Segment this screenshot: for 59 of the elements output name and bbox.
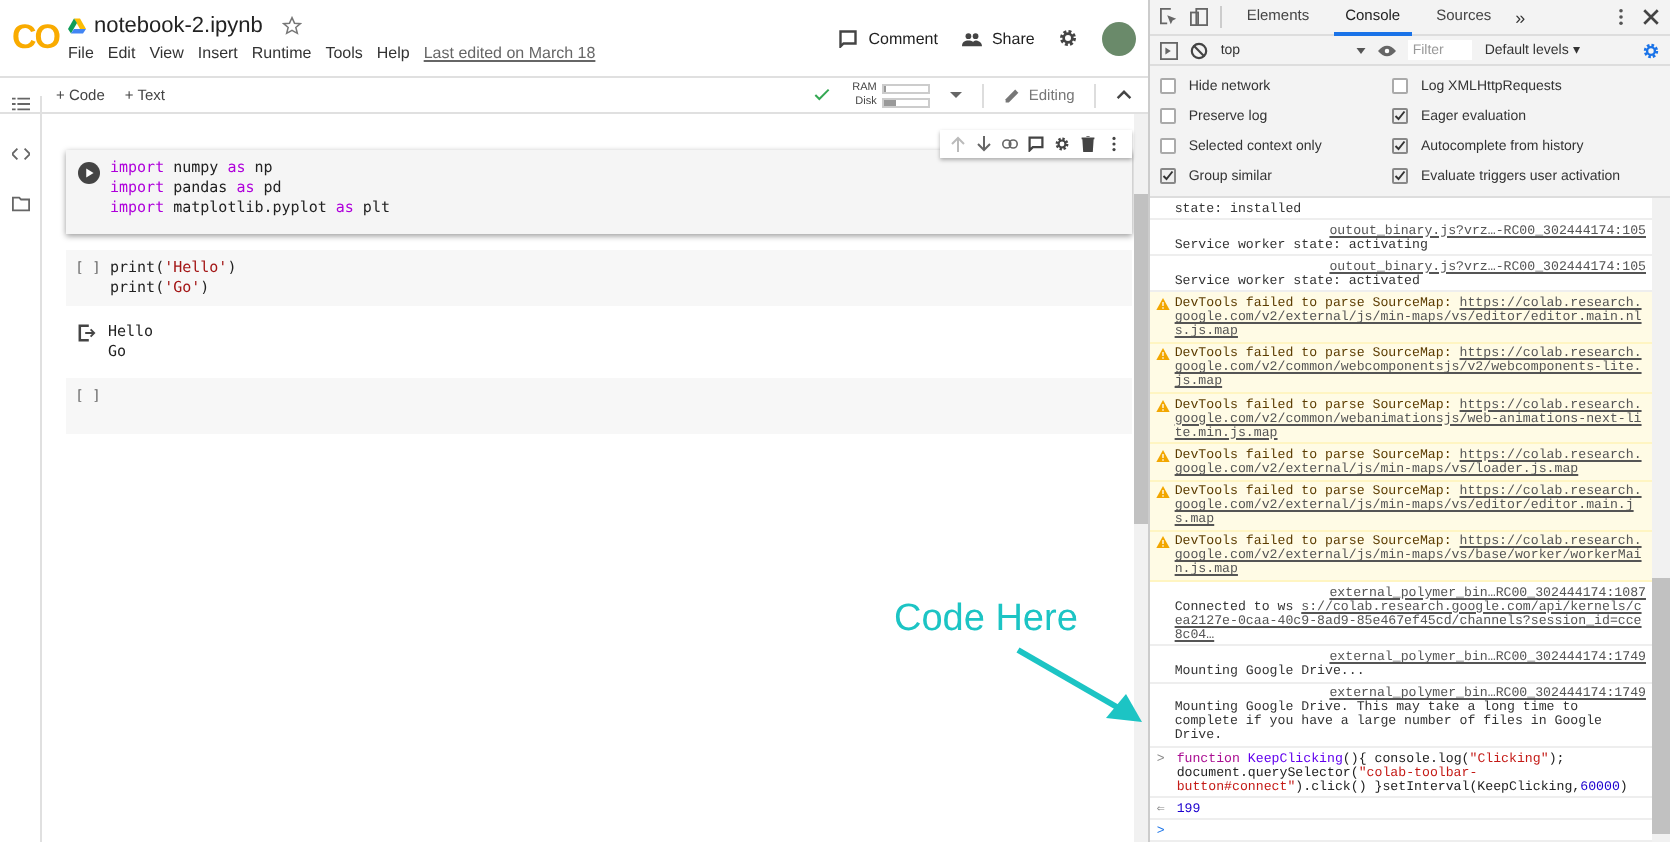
code-icon[interactable]	[11, 146, 29, 162]
warning-icon	[1156, 536, 1171, 549]
comment-icon[interactable]	[838, 29, 859, 47]
menu-item[interactable]: Tools	[325, 44, 363, 62]
arrow-down-icon[interactable]	[976, 136, 993, 152]
checkbox[interactable]	[1160, 78, 1177, 94]
list-icon[interactable]	[11, 96, 29, 112]
scrollbar-thumb[interactable]	[1652, 578, 1670, 834]
caret-icon[interactable]	[1356, 47, 1367, 53]
eye-icon[interactable]	[1378, 41, 1397, 59]
folder-icon[interactable]	[11, 196, 29, 212]
settings-icon[interactable]	[1058, 28, 1079, 48]
device-icon[interactable]	[1190, 8, 1209, 26]
run-button[interactable]	[77, 162, 99, 184]
close-icon[interactable]	[1642, 8, 1660, 26]
output-icon[interactable]	[78, 324, 96, 342]
warning-icon	[1156, 297, 1171, 310]
more-tabs-button[interactable]: »	[1515, 7, 1526, 27]
clear-icon[interactable]	[1190, 41, 1209, 59]
checkbox[interactable]	[1160, 108, 1177, 124]
scrollbar-thumb[interactable]	[1134, 194, 1149, 524]
annotation-arrow	[1014, 646, 1146, 726]
menu-item[interactable]: File	[68, 44, 94, 62]
avatar[interactable]	[1102, 21, 1137, 55]
comment-icon[interactable]	[1028, 136, 1045, 152]
warning-icon	[1156, 449, 1171, 462]
usage-meter	[882, 83, 931, 93]
menu-item[interactable]: View	[149, 44, 184, 62]
trash-icon[interactable]	[1080, 136, 1097, 152]
drive-icon	[68, 18, 86, 34]
star-icon[interactable]	[282, 16, 303, 36]
pencil-icon	[1004, 87, 1021, 103]
last-edited-link[interactable]: Last edited on March 18	[423, 44, 596, 62]
header-action-label[interactable]: Comment	[868, 29, 938, 47]
menu-item[interactable]: Runtime	[251, 44, 312, 62]
chevron-up-icon[interactable]	[1116, 90, 1133, 100]
header-action-label[interactable]: Share	[991, 29, 1035, 47]
checkbox[interactable]	[1392, 168, 1409, 184]
checkbox[interactable]	[1392, 108, 1409, 124]
checkbox[interactable]	[1392, 138, 1409, 154]
caret-icon[interactable]	[950, 92, 963, 98]
settings-icon[interactable]	[1054, 136, 1071, 152]
annotation-label: Code Here	[894, 598, 1080, 642]
people-icon[interactable]	[961, 29, 982, 47]
checkbox[interactable]	[1160, 138, 1177, 154]
menu-item[interactable]: Help	[376, 44, 410, 62]
checkbox[interactable]	[1392, 78, 1409, 94]
check-icon	[814, 88, 831, 102]
warning-icon	[1156, 399, 1171, 412]
link-icon[interactable]	[1002, 136, 1019, 152]
checkbox[interactable]	[1160, 168, 1177, 184]
warning-icon	[1156, 486, 1171, 498]
menu-item[interactable]: Edit	[107, 44, 136, 62]
inspect-icon[interactable]	[1160, 8, 1179, 26]
menu-item[interactable]: Insert	[197, 44, 238, 62]
sidebar-toggle-icon[interactable]	[1160, 41, 1179, 59]
warning-icon	[1156, 348, 1171, 361]
usage-meter	[882, 97, 931, 107]
notebook-title[interactable]: notebook-2.ipynb	[94, 14, 263, 38]
